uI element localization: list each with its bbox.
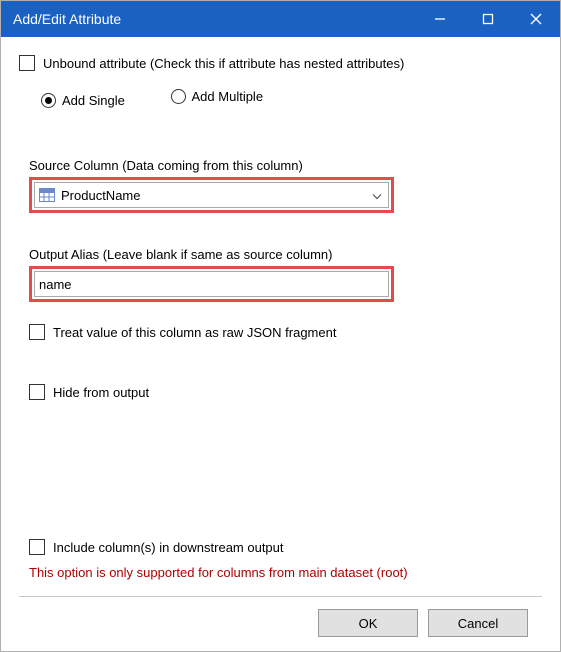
- hide-output-row: Hide from output: [29, 384, 532, 400]
- ok-label: OK: [359, 616, 378, 631]
- include-downstream-note: This option is only supported for column…: [29, 565, 532, 580]
- chevron-down-icon: [372, 188, 382, 203]
- source-column-highlight: ProductName: [29, 177, 394, 213]
- source-column-value: ProductName: [61, 188, 140, 203]
- window-title: Add/Edit Attribute: [13, 11, 121, 27]
- add-single-label: Add Single: [62, 93, 125, 108]
- radio-icon: [41, 93, 56, 108]
- add-multiple-radio[interactable]: Add Multiple: [171, 89, 264, 104]
- output-alias-input[interactable]: [34, 271, 389, 297]
- add-multiple-label: Add Multiple: [192, 89, 264, 104]
- hide-output-checkbox[interactable]: [29, 384, 45, 400]
- cancel-button[interactable]: Cancel: [428, 609, 528, 637]
- close-icon: [530, 13, 542, 25]
- radio-icon: [171, 89, 186, 104]
- source-column-dropdown[interactable]: ProductName: [34, 182, 389, 208]
- add-single-radio[interactable]: Add Single: [41, 93, 125, 108]
- titlebar: Add/Edit Attribute: [1, 1, 560, 37]
- output-alias-highlight: [29, 266, 394, 302]
- maximize-button[interactable]: [464, 1, 512, 37]
- ok-button[interactable]: OK: [318, 609, 418, 637]
- dialog-footer: OK Cancel: [19, 597, 542, 651]
- raw-json-checkbox[interactable]: [29, 324, 45, 340]
- minimize-button[interactable]: [416, 1, 464, 37]
- include-downstream-checkbox[interactable]: [29, 539, 45, 555]
- raw-json-row: Treat value of this column as raw JSON f…: [29, 324, 532, 340]
- hide-output-label: Hide from output: [53, 385, 149, 400]
- unbound-row: Unbound attribute (Check this if attribu…: [19, 55, 542, 71]
- source-column-label: Source Column (Data coming from this col…: [29, 158, 542, 173]
- output-alias-label: Output Alias (Leave blank if same as sou…: [29, 247, 542, 262]
- unbound-label: Unbound attribute (Check this if attribu…: [43, 56, 404, 71]
- dialog-body: Unbound attribute (Check this if attribu…: [1, 37, 560, 651]
- include-downstream-row: Include column(s) in downstream output: [29, 539, 532, 555]
- cancel-label: Cancel: [458, 616, 498, 631]
- unbound-checkbox[interactable]: [19, 55, 35, 71]
- maximize-icon: [482, 13, 494, 25]
- mode-radio-group: Add Single Add Multiple: [41, 89, 542, 108]
- minimize-icon: [434, 13, 446, 25]
- raw-json-label: Treat value of this column as raw JSON f…: [53, 325, 336, 340]
- include-downstream-label: Include column(s) in downstream output: [53, 540, 284, 555]
- close-button[interactable]: [512, 1, 560, 37]
- table-column-icon: [39, 188, 55, 202]
